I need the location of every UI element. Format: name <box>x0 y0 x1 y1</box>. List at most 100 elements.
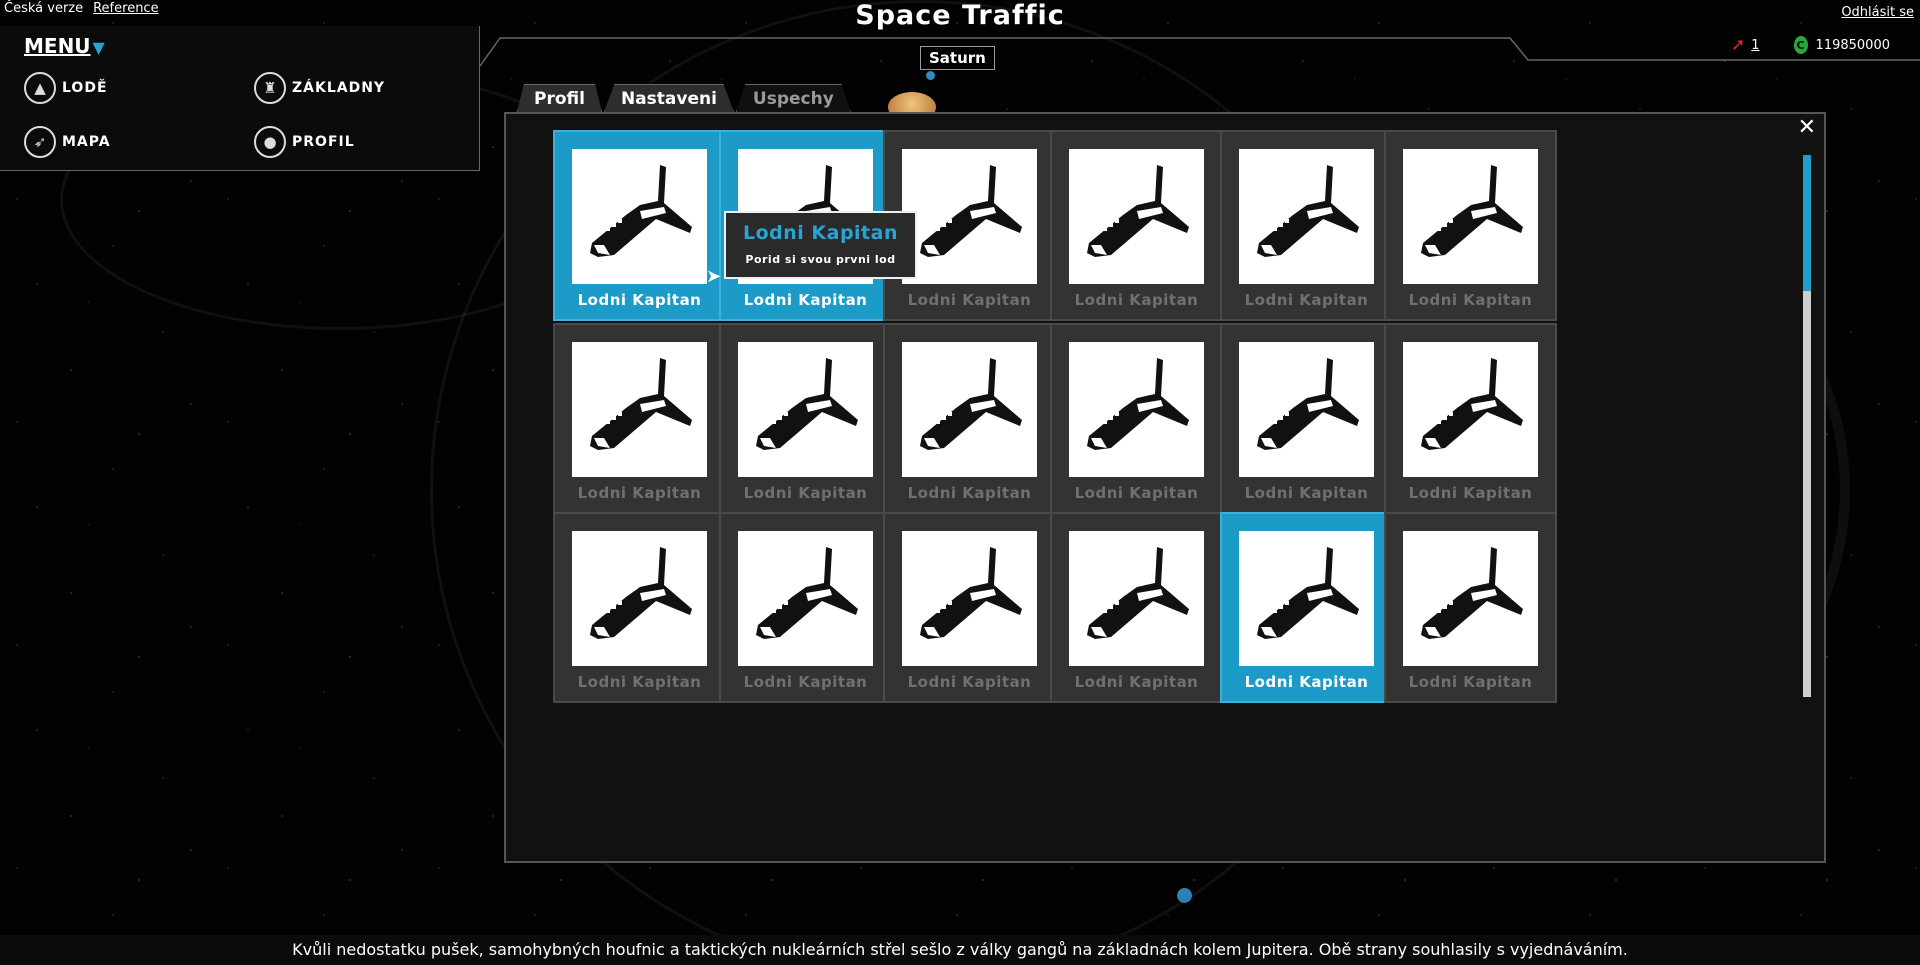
scrollbar-thumb[interactable] <box>1803 155 1811 291</box>
space-shuttle-icon <box>919 546 1022 639</box>
achievement-label: Lodni Kapitan <box>1074 484 1199 502</box>
space-shuttle-icon <box>1420 357 1523 450</box>
menu-item-mapa[interactable]: ➶ MAPA <box>24 126 111 158</box>
achievement-image <box>902 149 1037 284</box>
space-shuttle-icon <box>589 164 692 257</box>
menu-toggle-label: MENU <box>24 34 91 58</box>
achievement-label: Lodni Kapitan <box>1074 673 1199 691</box>
close-icon[interactable]: ✕ <box>1798 117 1816 139</box>
achievement-card[interactable]: Lodni Kapitan <box>883 512 1056 703</box>
profile-tabs: Profil Nastaveni Uspechy <box>517 84 853 112</box>
space-shuttle-icon <box>755 357 858 450</box>
space-shuttle-icon <box>589 546 692 639</box>
menu-item-profil[interactable]: ● PROFIL <box>254 126 355 158</box>
achievement-label: Lodni Kapitan <box>743 484 868 502</box>
achievement-image <box>1069 531 1204 666</box>
credit-coin-icon: C <box>1793 36 1808 54</box>
achievement-card[interactable]: Lodni Kapitan <box>1050 130 1223 321</box>
space-shuttle-icon <box>1420 164 1523 257</box>
mouse-cursor-icon: ➤ <box>706 266 722 287</box>
achievement-label: Lodni Kapitan <box>1244 673 1369 691</box>
tab-uspechy[interactable]: Uspechy <box>735 84 851 112</box>
ships-count: 1 <box>1751 37 1760 53</box>
menu-item-zakladny[interactable]: ♜ ZÁKLADNY <box>254 72 385 104</box>
menu-item-label: MAPA <box>62 134 111 150</box>
achievement-image <box>902 342 1037 477</box>
triangle-down-icon: ▼ <box>92 38 105 57</box>
planet-marker[interactable] <box>1177 888 1192 903</box>
achievement-card[interactable]: Lodni Kapitan <box>1050 512 1223 703</box>
achievement-image <box>1239 149 1374 284</box>
achievement-label: Lodni Kapitan <box>1074 291 1199 309</box>
space-shuttle-icon <box>1256 357 1359 450</box>
achievement-label: Lodni Kapitan <box>1244 291 1369 309</box>
achievement-card[interactable]: Lodni Kapitan <box>883 323 1056 514</box>
achievement-label: Lodni Kapitan <box>1408 484 1533 502</box>
credits-counter: C 119850000 <box>1793 36 1890 54</box>
space-shuttle-icon <box>919 357 1022 450</box>
achievements-modal: ✕ Lodni Kapitan Lodni Kapitan Lodni Kapi… <box>504 112 1826 863</box>
space-shuttle-icon <box>1086 357 1189 450</box>
user-icon: ● <box>254 126 286 158</box>
achievement-image <box>738 342 873 477</box>
achievement-card[interactable]: Lodni Kapitan <box>719 512 892 703</box>
achievement-label: Lodni Kapitan <box>1408 291 1533 309</box>
space-shuttle-icon <box>1256 546 1359 639</box>
achievement-label: Lodni Kapitan <box>907 291 1032 309</box>
space-shuttle-icon <box>1086 546 1189 639</box>
tab-nastaveni[interactable]: Nastaveni <box>603 84 734 112</box>
news-ticker: Kvůli nedostatku pušek, samohybných houf… <box>0 935 1920 965</box>
space-shuttle-icon <box>1086 164 1189 257</box>
achievement-image <box>1239 531 1374 666</box>
scrollbar[interactable] <box>1803 155 1811 697</box>
achievement-card[interactable]: Lodni Kapitan <box>1220 512 1393 703</box>
achievement-card[interactable]: Lodni Kapitan <box>1220 130 1393 321</box>
ship-icon: ▲ <box>24 72 56 104</box>
achievement-card[interactable]: Lodni Kapitan <box>1384 130 1557 321</box>
space-shuttle-icon <box>755 546 858 639</box>
achievement-image <box>1403 531 1538 666</box>
achievement-label: Lodni Kapitan <box>907 484 1032 502</box>
achievement-card[interactable]: Lodni Kapitan <box>553 323 726 514</box>
logout-link[interactable]: Odhlásit se <box>1841 5 1914 20</box>
achievement-label: Lodni Kapitan <box>1244 484 1369 502</box>
space-shuttle-icon <box>1420 546 1523 639</box>
rocket-icon: ➚ <box>1731 35 1746 55</box>
achievement-label: Lodni Kapitan <box>577 484 702 502</box>
resource-bar: ➚ 1 C 119850000 <box>1697 35 1890 55</box>
achievement-tooltip: Lodni Kapitan Porid si svou prvni lod <box>724 211 917 279</box>
ships-counter[interactable]: ➚ 1 <box>1731 35 1760 55</box>
menu-item-label: ZÁKLADNY <box>292 80 386 96</box>
achievement-card[interactable]: Lodni Kapitan <box>1220 323 1393 514</box>
achievement-label: Lodni Kapitan <box>743 673 868 691</box>
achievement-image <box>738 531 873 666</box>
planet-label[interactable]: Saturn <box>920 46 995 70</box>
achievement-card[interactable]: Lodni Kapitan <box>1384 323 1557 514</box>
achievement-image <box>1069 149 1204 284</box>
achievement-card[interactable]: Lodni Kapitan <box>553 130 726 321</box>
main-menu: MENU ▼ ▲ LODĚ ♜ ZÁKLADNY ➶ MAPA ● PROFIL <box>0 26 480 171</box>
tooltip-description: Porid si svou prvni lod <box>745 253 896 266</box>
achievement-label: Lodni Kapitan <box>577 291 702 309</box>
tab-profil[interactable]: Profil <box>517 84 602 112</box>
space-shuttle-icon <box>1256 164 1359 257</box>
base-icon: ♜ <box>254 72 286 104</box>
space-shuttle-icon <box>919 164 1022 257</box>
achievement-card[interactable]: Lodni Kapitan <box>719 323 892 514</box>
achievement-label: Lodni Kapitan <box>1408 673 1533 691</box>
achievement-card[interactable]: Lodni Kapitan <box>1384 512 1557 703</box>
menu-item-lode[interactable]: ▲ LODĚ <box>24 72 108 104</box>
achievement-image <box>572 342 707 477</box>
achievement-image <box>1403 342 1538 477</box>
achievement-card[interactable]: Lodni Kapitan <box>1050 323 1223 514</box>
achievement-label: Lodni Kapitan <box>907 673 1032 691</box>
menu-toggle[interactable]: MENU ▼ <box>24 34 105 58</box>
achievement-label: Lodni Kapitan <box>743 291 868 309</box>
credits-amount: 119850000 <box>1815 37 1890 53</box>
achievement-image <box>1403 149 1538 284</box>
achievement-card[interactable]: Lodni Kapitan <box>553 512 726 703</box>
space-shuttle-icon <box>589 357 692 450</box>
planet-marker[interactable] <box>926 71 935 80</box>
tooltip-title: Lodni Kapitan <box>742 222 898 244</box>
achievement-image <box>1239 342 1374 477</box>
